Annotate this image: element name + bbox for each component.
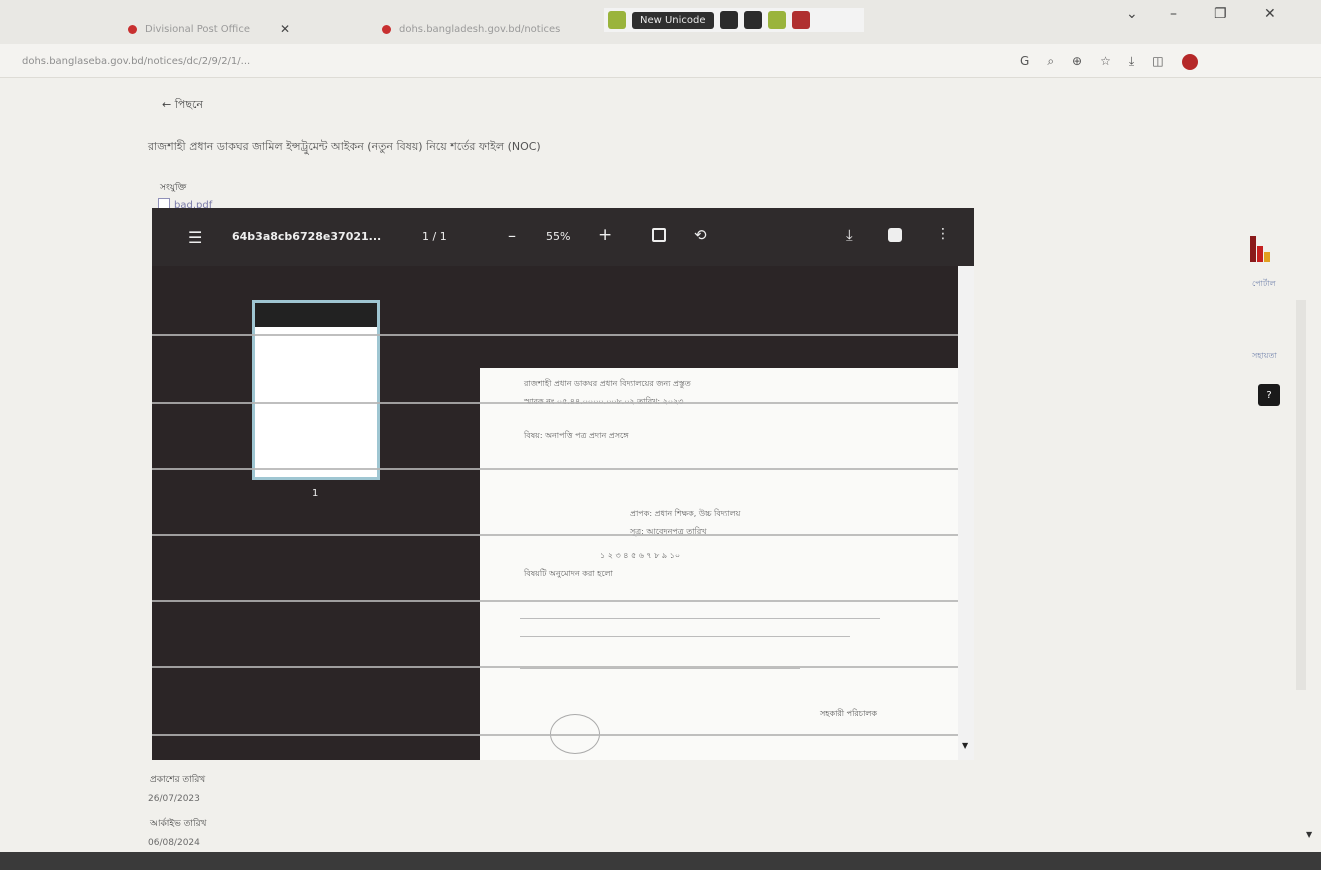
zoom-icon[interactable]: ⌕ [1047,54,1054,70]
thumbnail-page-number: 1 [312,488,319,499]
logo-bar [1264,252,1270,262]
download-icon[interactable]: ⤓ [846,226,853,244]
signature-label: সহকারী পরিচালক [820,709,877,718]
thumbnail-header [255,303,377,327]
mail-icon[interactable] [719,11,738,29]
moire-stripe [152,334,958,336]
tab-title: Divisional Post Office [145,23,250,35]
rotate-icon[interactable]: ⟲ [694,226,707,244]
settings-icon[interactable] [743,11,762,29]
pdf-viewer: ☰ 64b3a8cb6728e37021... 1 / 1 – 55% + ⟲ … [152,208,974,760]
close-tab-icon[interactable]: ✕ [280,22,290,36]
page-thumbnail[interactable] [252,300,380,480]
pdf-toolbar: ☰ 64b3a8cb6728e37021... 1 / 1 – 55% + ⟲ … [152,208,974,266]
help-badge[interactable]: ? [1258,384,1280,406]
page-indicator[interactable]: 1 / 1 [422,230,447,243]
share-icon[interactable]: ⊕ [1072,54,1082,70]
scroll-down-icon[interactable]: ▼ [1306,830,1312,839]
monitor-bezel [0,852,1321,870]
logo-bar [1250,236,1256,262]
favicon-icon [382,24,391,34]
close-extension-icon[interactable] [791,11,810,29]
download-icon[interactable]: ⤓ [1129,54,1134,70]
page-rule [520,636,850,637]
page-rule [520,618,880,619]
page-text-line: বিষয়: অনাপত্তি পত্র প্রদান প্রসঙ্গে [524,431,629,440]
extension-label[interactable]: New Unicode [632,11,714,29]
zoom-level[interactable]: 55% [546,230,570,243]
help-link[interactable]: সহায়তা [1252,350,1277,363]
scroll-down-icon[interactable]: ▼ [962,741,968,750]
page-text-line: বিষয়টি অনুমোদন করা হলো [524,569,613,578]
page-text-line: ১ ২ ৩ ৪ ৫ ৬ ৭ ৮ ৯ ১০ [600,551,681,560]
moire-stripe [152,534,958,536]
page-text-line: প্রাপক: প্রধান শিক্ষক, উচ্চ বিদ্যালয় [630,509,741,518]
moire-stripe [152,666,958,668]
more-options-icon[interactable]: ⋮ [936,226,950,242]
minimize-icon[interactable]: – [1170,6,1177,22]
print-icon[interactable] [888,228,902,242]
browser-toolbar: G ⌕ ⊕ ☆ ⤓ ◫ [1020,54,1198,70]
extension-icon[interactable] [608,11,626,29]
sidepanel-icon[interactable]: ◫ [1152,54,1163,70]
pdf-filename: 64b3a8cb6728e37021... [232,230,382,243]
zoom-out-button[interactable]: – [508,226,516,245]
tab-search-icon[interactable]: ⌄ [1126,6,1138,22]
pdf-scrollbar[interactable]: ▼ [958,266,974,760]
extension-strip: New Unicode [604,8,864,32]
restore-icon[interactable]: ❐ [1214,6,1227,22]
moire-stripe [152,468,958,470]
portal-logo[interactable] [1250,236,1280,262]
page-rule [520,668,800,669]
tab-title: dohs.bangladesh.gov.bd/notices [399,23,561,35]
address-bar: dohs.banglaseba.gov.bd/notices/dc/2/9/2/… [0,44,1321,78]
zoom-in-button[interactable]: + [598,225,612,245]
tab-notices[interactable]: dohs.bangladesh.gov.bd/notices [382,18,560,40]
back-link[interactable]: ← পিছনে [162,96,203,115]
pdf-page: রাজশাহী প্রধান ডাকঘর প্রধান বিদ্যালয়ের … [480,368,958,760]
extension-icon[interactable] [767,11,786,29]
moire-stripe [152,600,958,602]
google-icon[interactable]: G [1020,54,1029,70]
bookmark-star-icon[interactable]: ☆ [1100,54,1111,70]
moire-stripe [152,734,958,736]
tab-post-office[interactable]: Divisional Post Office ✕ [128,18,290,40]
moire-stripe [152,402,958,404]
published-date-value: 26/07/2023 [148,794,200,804]
logo-bar [1257,246,1263,262]
published-date-label: প্রকাশের তারিখ [150,775,206,785]
attachment-label: সংযুক্তি [160,183,187,193]
fit-page-icon[interactable] [652,228,666,242]
menu-icon[interactable]: ☰ [188,228,202,247]
page-title: রাজশাহী প্রধান ডাকঘর জামিল ইন্সট্রুমেন্ট… [148,140,541,153]
profile-avatar[interactable] [1181,54,1198,70]
url-field[interactable]: dohs.banglaseba.gov.bd/notices/dc/2/9/2/… [22,56,250,67]
page-scrollbar[interactable] [1296,300,1306,690]
browser-tabstrip: Divisional Post Office ✕ dohs.bangladesh… [0,0,1321,44]
page-text-line: সূত্র: আবেদনপত্র তারিখ [630,527,707,536]
archive-date-value: 06/08/2024 [148,838,200,848]
page-text-line: রাজশাহী প্রধান ডাকঘর প্রধান বিদ্যালয়ের … [524,379,691,388]
favicon-icon [128,24,137,34]
archive-date-label: আর্কাইভ তারিখ [150,819,207,829]
close-window-icon[interactable]: ✕ [1264,6,1276,22]
portal-caption[interactable]: পোর্টাল [1252,278,1276,291]
